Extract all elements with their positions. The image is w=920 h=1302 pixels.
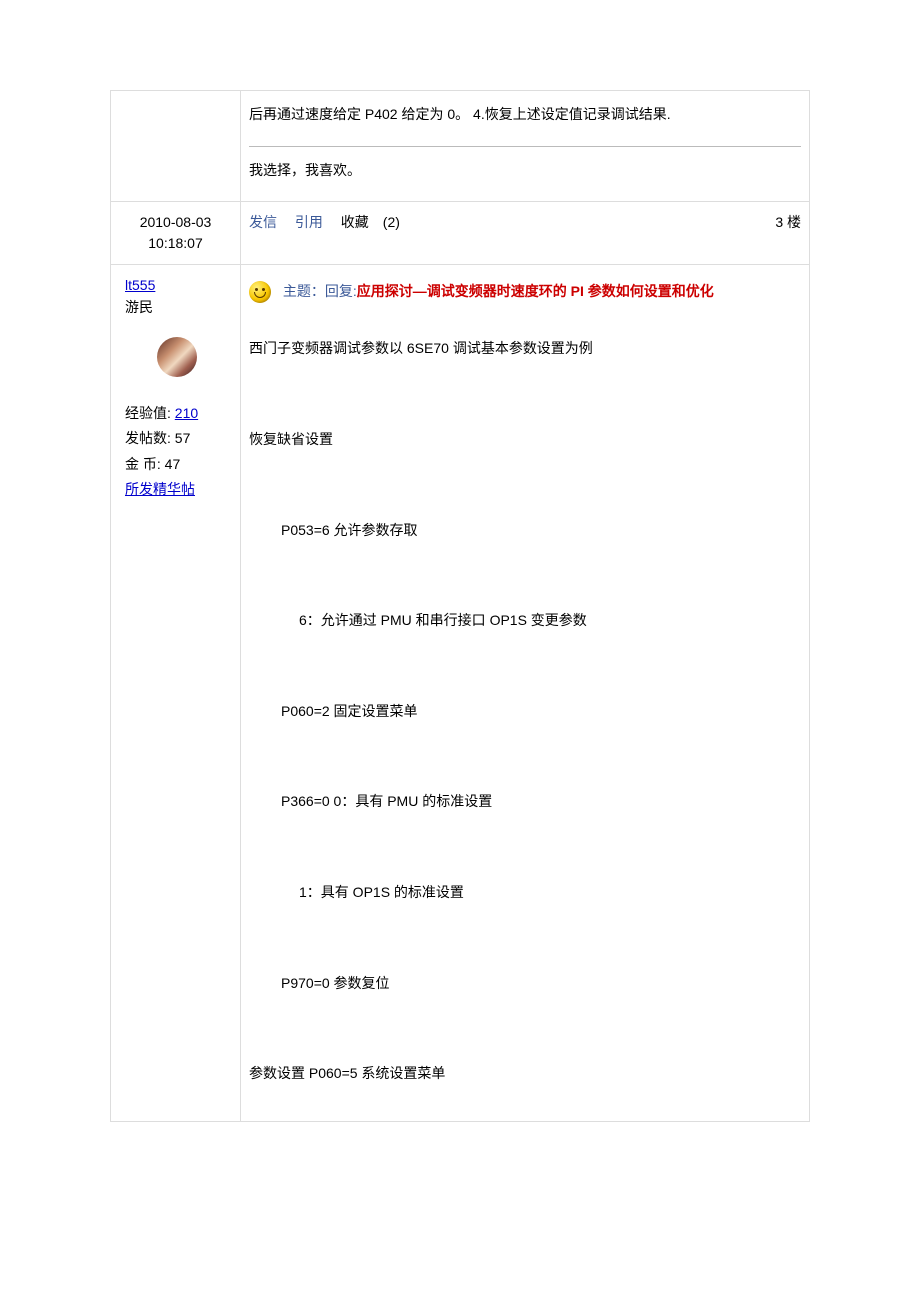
- intro-text: 西门子变频器调试参数以 6SE70 调试基本参数设置为例: [249, 335, 801, 362]
- param-p366: P366=0 0：具有 PMU 的标准设置: [249, 788, 801, 815]
- param-setting-line: 参数设置 P060=5 系统设置菜单: [249, 1060, 801, 1087]
- post-row: lt555 游民 经验值: 210 发帖数: 57 金 币:: [111, 265, 810, 1122]
- restore-defaults-heading: 恢复缺省设置: [249, 426, 801, 453]
- prev-post-row: 后再通过速度给定 P402 给定为 0。 4.恢复上述设定值记录调试结果. 我选…: [111, 91, 810, 202]
- subject-label: 主题：: [283, 283, 325, 299]
- timestamp-date: 2010-08-03: [119, 212, 232, 233]
- prev-post-actions-cell: 发信 引用 收藏 (2) 3 楼: [241, 202, 810, 265]
- post-subject: 主题：回复:应用探讨—调试变频器时速度环的 PI 参数如何设置和优化: [249, 281, 801, 303]
- post-actions: 发信 引用 收藏 (2): [249, 212, 400, 232]
- user-coins: 金 币: 47: [125, 452, 228, 477]
- forum-thread-table: 后再通过速度给定 P402 给定为 0。 4.恢复上述设定值记录调试结果. 我选…: [110, 90, 810, 1122]
- username-link[interactable]: lt555: [125, 277, 155, 293]
- param-p053-desc: 6：允许通过 PMU 和串行接口 OP1S 变更参数: [249, 607, 801, 634]
- prev-post-signature: 我选择，我喜欢。: [249, 162, 361, 178]
- post-user-cell: lt555 游民 经验值: 210 发帖数: 57 金 币:: [111, 265, 241, 1122]
- user-exp: 经验值: 210: [125, 401, 228, 426]
- prev-post-meta-row: 2010-08-03 10:18:07 发信 引用 收藏 (2) 3 楼: [111, 202, 810, 265]
- timestamp-time: 10:18:07: [119, 233, 232, 254]
- param-p970: P970=0 参数复位: [249, 970, 801, 997]
- param-p060-2: P060=2 固定设置菜单: [249, 698, 801, 725]
- signature-divider: [249, 146, 801, 147]
- user-coins-value: 47: [165, 456, 181, 472]
- param-p053: P053=6 允许参数存取: [249, 517, 801, 544]
- post-body: 西门子变频器调试参数以 6SE70 调试基本参数设置为例 恢复缺省设置 P053…: [249, 311, 801, 1110]
- user-posts: 发帖数: 57: [125, 426, 228, 451]
- subject-reply: 回复:: [325, 283, 357, 299]
- user-rank: 游民: [125, 297, 228, 317]
- param-p366-1: 1：具有 OP1S 的标准设置: [249, 879, 801, 906]
- prev-post-content: 后再通过速度给定 P402 给定为 0。 4.恢复上述设定值记录调试结果. 我选…: [241, 91, 810, 202]
- favorite-link[interactable]: 收藏: [341, 214, 369, 230]
- user-posts-value: 57: [175, 430, 191, 446]
- post-content-cell: 主题：回复:应用探讨—调试变频器时速度环的 PI 参数如何设置和优化 西门子变频…: [241, 265, 810, 1122]
- favorite-count: (2): [383, 214, 400, 230]
- prev-post-tail-text: 后再通过速度给定 P402 给定为 0。 4.恢复上述设定值记录调试结果.: [249, 101, 801, 128]
- prev-post-left: [111, 91, 241, 202]
- smile-icon: [249, 281, 271, 303]
- floor-number: 3 楼: [775, 212, 801, 232]
- send-message-link[interactable]: 发信: [249, 214, 277, 230]
- user-elite-posts-link[interactable]: 所发精华帖: [125, 481, 195, 497]
- user-exp-value[interactable]: 210: [175, 405, 198, 421]
- subject-title: 应用探讨—调试变频器时速度环的 PI 参数如何设置和优化: [357, 283, 714, 299]
- avatar[interactable]: [157, 337, 197, 377]
- quote-link[interactable]: 引用: [295, 214, 323, 230]
- prev-post-timestamp: 2010-08-03 10:18:07: [111, 202, 241, 265]
